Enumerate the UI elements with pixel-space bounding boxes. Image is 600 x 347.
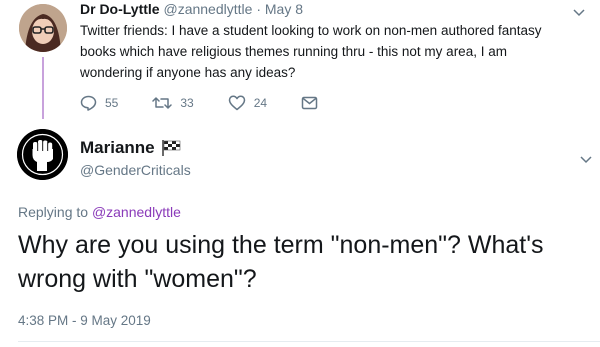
tweet1-text: Twitter friends: I have a student lookin… [80, 23, 542, 80]
retweet-count: 33 [180, 96, 194, 110]
checkered-flag-icon [161, 140, 180, 156]
retweet-icon [152, 97, 173, 109]
like-button[interactable]: 24 [228, 95, 267, 111]
message-button[interactable] [301, 96, 326, 110]
chevron-down-icon[interactable] [580, 153, 592, 171]
tweet2-text: Why are you using the term "non-men"? Wh… [18, 231, 544, 293]
tweet1-display-name[interactable]: Dr Do-Lyttle [80, 1, 160, 17]
tweet1-separator: · [256, 1, 261, 17]
message-icon [301, 96, 318, 110]
replying-to-handle-link[interactable]: @zannedlyttle [92, 204, 181, 220]
tweet1-handle[interactable]: @zannedlyttle [163, 1, 252, 17]
retweet-button[interactable]: 33 [152, 95, 194, 111]
avatar-dr-do-lyttle[interactable] [19, 4, 67, 52]
avatar-marianne[interactable] [17, 129, 68, 180]
reply-icon [80, 95, 97, 111]
thread-connector [42, 57, 44, 119]
tweet1-actions: 55 33 24 [80, 93, 360, 113]
tweet1-date[interactable]: May 8 [265, 1, 303, 17]
tweet2-display-name-row: Marianne [80, 138, 181, 158]
tweet2-handle[interactable]: @GenderCriticals [80, 162, 191, 178]
tweet1-header: Dr Do-Lyttle @zannedlyttle · May 8 [80, 1, 303, 17]
tweet2-display-name[interactable]: Marianne [80, 138, 155, 158]
raised-fist-icon [17, 129, 68, 180]
like-count: 24 [253, 96, 268, 110]
tweet2-timestamp[interactable]: 4:38 PM - 9 May 2019 [18, 313, 151, 328]
reply-button[interactable]: 55 [80, 95, 118, 111]
like-icon [228, 95, 245, 111]
replying-to: Replying to @zannedlyttle [18, 204, 181, 220]
divider [18, 341, 600, 342]
chevron-down-icon[interactable] [573, 6, 585, 24]
replying-to-label: Replying to [18, 204, 89, 220]
reply-count: 55 [105, 96, 119, 110]
